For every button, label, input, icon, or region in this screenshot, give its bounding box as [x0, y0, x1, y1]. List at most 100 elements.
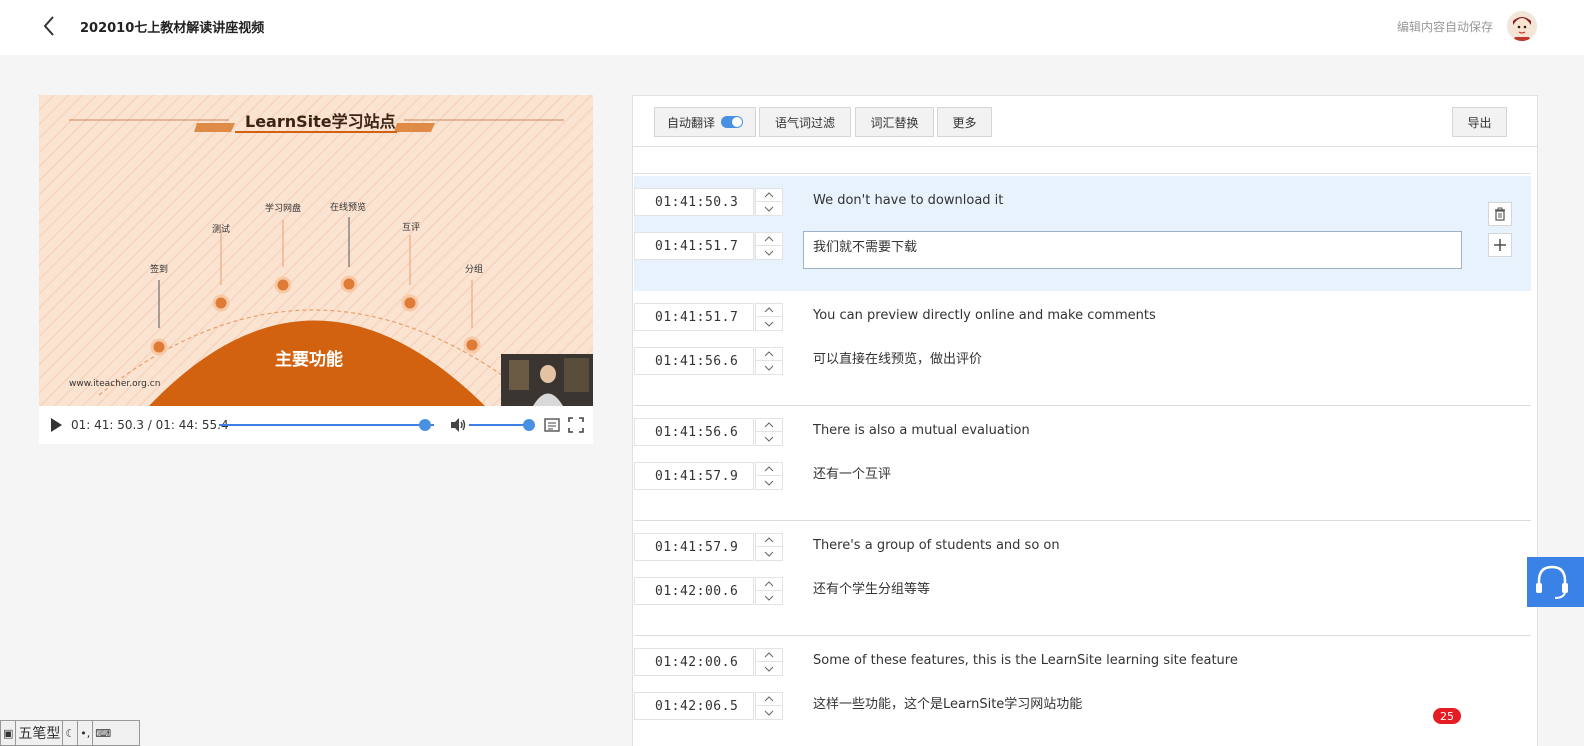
stepper-down-icon[interactable]: [756, 432, 782, 445]
add-segment-button[interactable]: [1488, 233, 1512, 257]
subtitle-segment[interactable]: 01:41:50.3 We don't have to download it …: [634, 176, 1531, 291]
slide-title: LearnSite学习站点: [245, 112, 396, 131]
end-time-input[interactable]: 01:41:51.7: [634, 232, 754, 260]
stepper-up-icon[interactable]: [756, 534, 782, 547]
end-time-input[interactable]: 01:41:56.6: [634, 347, 754, 375]
stepper-up-icon[interactable]: [756, 233, 782, 246]
stepper-down-icon[interactable]: [756, 662, 782, 675]
playback-time: 01: 41: 50.3 / 01: 44: 55.4: [71, 418, 229, 432]
end-time-stepper[interactable]: [755, 692, 783, 720]
start-time-input[interactable]: 01:41:50.3: [634, 188, 754, 216]
fullscreen-icon[interactable]: [568, 417, 584, 433]
toolbar-divider: [633, 146, 1537, 147]
stepper-up-icon[interactable]: [756, 463, 782, 476]
notification-badge[interactable]: 25: [1433, 708, 1461, 724]
start-time-input[interactable]: 01:41:51.7: [634, 303, 754, 331]
end-time-input[interactable]: 01:42:00.6: [634, 577, 754, 605]
start-time-input[interactable]: 01:42:00.6: [634, 648, 754, 676]
start-time-input[interactable]: 01:41:57.9: [634, 533, 754, 561]
chinese-text-input[interactable]: 我们就不需要下载: [803, 231, 1462, 269]
stepper-up-icon[interactable]: [756, 348, 782, 361]
customer-support-button[interactable]: [1527, 557, 1584, 607]
start-time-stepper[interactable]: [755, 533, 783, 561]
stepper-up-icon[interactable]: [756, 304, 782, 317]
ime-status-bar[interactable]: ▣ 五笔型 ☾ •, ⌨: [0, 720, 140, 746]
stepper-up-icon[interactable]: [756, 189, 782, 202]
slide-label-group: 分组: [465, 265, 484, 275]
end-time-input[interactable]: 01:42:06.5: [634, 692, 754, 720]
progress-bar[interactable]: [219, 424, 434, 426]
ime-mode-label[interactable]: 五笔型: [16, 721, 64, 745]
end-time-stepper[interactable]: [755, 347, 783, 375]
subtitle-segment[interactable]: 01:41:51.7 You can preview directly onli…: [634, 291, 1531, 406]
subtitle-segment[interactable]: 01:42:00.6 Some of these features, this …: [634, 636, 1531, 746]
stepper-up-icon[interactable]: [756, 693, 782, 706]
video-player[interactable]: LearnSite学习站点 主要功能 www.iteacher.org.cn 签…: [39, 95, 593, 406]
list-top-divider: [633, 173, 1531, 174]
end-time-input[interactable]: 01:41:57.9: [634, 462, 754, 490]
slide-label-checkin: 签到: [150, 265, 169, 275]
subtitle-segment[interactable]: 01:41:56.6 There is also a mutual evalua…: [634, 406, 1531, 521]
subtitle-icon[interactable]: [544, 417, 560, 433]
start-time-input[interactable]: 01:41:56.6: [634, 418, 754, 446]
user-avatar[interactable]: [1507, 11, 1537, 41]
video-controls: 01: 41: 50.3 / 01: 44: 55.4: [39, 406, 593, 444]
volume-icon[interactable]: [449, 416, 467, 434]
stepper-down-icon[interactable]: [756, 476, 782, 489]
english-text[interactable]: You can preview directly online and make…: [813, 308, 1156, 323]
autosave-status: 编辑内容自动保存: [1397, 20, 1494, 34]
chinese-text[interactable]: 还有个学生分组等等: [813, 578, 930, 597]
volume-handle[interactable]: [523, 419, 535, 431]
slide-label-preview: 在线预览: [330, 203, 367, 213]
stepper-down-icon[interactable]: [756, 202, 782, 215]
start-time-stepper[interactable]: [755, 418, 783, 446]
subtitle-editor: 自动翻译 语气词过滤 词汇替换 更多 导出 01:41:50.3 We don'…: [632, 95, 1538, 746]
end-time-stepper[interactable]: [755, 462, 783, 490]
replace-words-button[interactable]: 词汇替换: [855, 107, 934, 137]
play-icon[interactable]: [49, 417, 63, 433]
export-button[interactable]: 导出: [1452, 107, 1507, 137]
chinese-text[interactable]: 可以直接在线预览，做出评价: [813, 348, 982, 367]
stepper-down-icon[interactable]: [756, 317, 782, 330]
english-text[interactable]: There is also a mutual evaluation: [813, 423, 1030, 438]
stepper-down-icon[interactable]: [756, 591, 782, 604]
delete-segment-button[interactable]: [1488, 202, 1512, 226]
stepper-down-icon[interactable]: [756, 361, 782, 374]
auto-translate-toggle[interactable]: 自动翻译: [654, 107, 756, 137]
more-button[interactable]: 更多: [937, 107, 992, 137]
progress-handle[interactable]: [418, 419, 431, 431]
stepper-up-icon[interactable]: [756, 419, 782, 432]
english-text[interactable]: There's a group of students and so on: [813, 538, 1060, 553]
ime-moon-icon[interactable]: ☾: [63, 721, 79, 745]
app-header: 202010七上教材解读讲座视频 编辑内容自动保存: [0, 0, 1584, 55]
stepper-up-icon[interactable]: [756, 578, 782, 591]
avatar-face-icon: [1507, 11, 1537, 41]
chinese-text[interactable]: 还有一个互评: [813, 463, 891, 482]
start-time-stepper[interactable]: [755, 188, 783, 216]
headset-icon: [1536, 565, 1568, 599]
stepper-down-icon[interactable]: [756, 246, 782, 259]
volume-bar[interactable]: [469, 424, 529, 426]
start-time-stepper[interactable]: [755, 648, 783, 676]
end-time-stepper[interactable]: [755, 232, 783, 260]
stepper-down-icon[interactable]: [756, 547, 782, 560]
auto-translate-label: 自动翻译: [666, 115, 715, 130]
stepper-down-icon[interactable]: [756, 706, 782, 719]
ime-punct-icon[interactable]: •,: [78, 721, 94, 745]
filter-words-button[interactable]: 语气词过滤: [759, 107, 851, 137]
slide-label-review: 互评: [402, 223, 421, 233]
ime-logo-icon: ▣: [1, 721, 17, 745]
toggle-switch-icon[interactable]: [721, 116, 743, 128]
english-text[interactable]: Some of these features, this is the Lear…: [813, 653, 1238, 668]
back-arrow-icon[interactable]: [40, 14, 60, 38]
subtitle-segment[interactable]: 01:41:57.9 There's a group of students a…: [634, 521, 1531, 636]
stepper-up-icon[interactable]: [756, 649, 782, 662]
chinese-text[interactable]: 这样一些功能，这个是LearnSite学习网站功能: [813, 693, 1082, 712]
slide-label-netdisk: 学习网盘: [265, 204, 302, 214]
slide-url: www.iteacher.org.cn: [69, 379, 161, 389]
end-time-stepper[interactable]: [755, 577, 783, 605]
english-text[interactable]: We don't have to download it: [813, 193, 1003, 208]
start-time-stepper[interactable]: [755, 303, 783, 331]
trash-icon: [1495, 207, 1505, 221]
ime-keyboard-icon[interactable]: ⌨: [93, 721, 113, 745]
